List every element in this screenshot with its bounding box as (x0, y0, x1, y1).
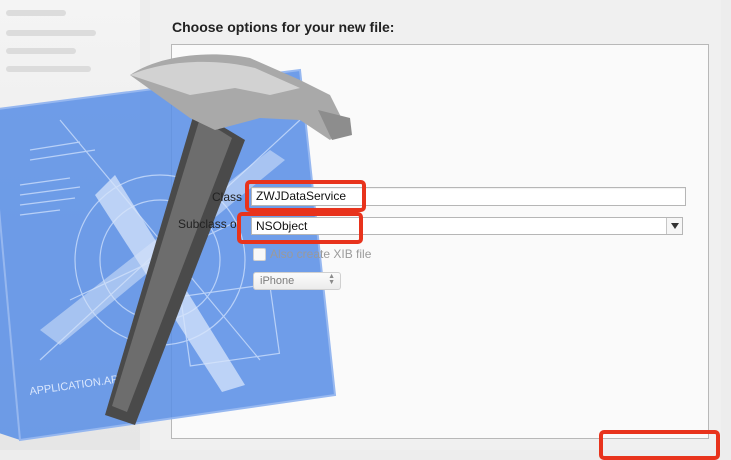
device-family-value: iPhone (260, 275, 295, 287)
device-family-popup[interactable]: iPhone ▲ ▼ (253, 272, 341, 290)
chevron-down-icon[interactable] (666, 218, 682, 234)
xib-checkbox[interactable] (253, 248, 266, 261)
subclass-label: Subclass of (178, 217, 238, 231)
subclass-label-wrap: Subclass of (178, 217, 238, 233)
xib-checkbox-label: Also create XIB file (270, 247, 372, 261)
updown-arrows-icon: ▲ ▼ (328, 273, 335, 286)
next-button-highlight[interactable] (599, 430, 720, 460)
subclass-highlight-box (237, 212, 363, 244)
class-label: Class (211, 190, 242, 204)
class-highlight-box (245, 180, 366, 212)
